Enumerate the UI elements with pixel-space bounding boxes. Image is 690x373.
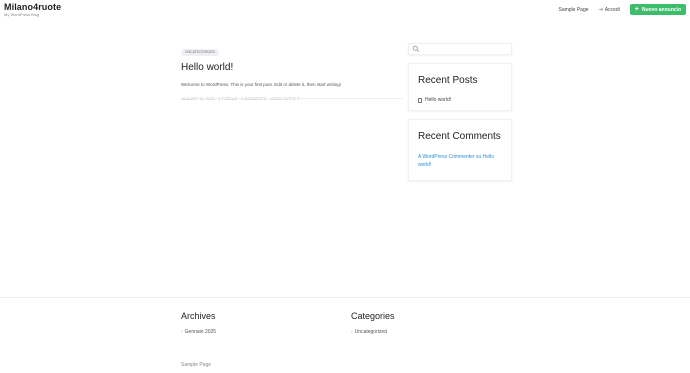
new-ad-button[interactable]: + Nuovo annuncio: [629, 4, 686, 15]
categories-list: › Uncategorized: [351, 329, 395, 335]
recent-post-link[interactable]: Hello world!: [425, 97, 451, 103]
login-link[interactable]: ⇥ Accedi: [599, 7, 620, 13]
chevron-right-icon: ›: [351, 329, 353, 335]
nav-sample-page[interactable]: Sample Page: [558, 7, 588, 13]
categories-title: Categories: [351, 311, 395, 321]
recent-comments-title: Recent Comments: [418, 131, 501, 142]
recent-posts-widget: Recent Posts Hello world!: [408, 63, 512, 111]
archives-list: › Gennaio 2025: [181, 329, 216, 335]
archive-item[interactable]: › Gennaio 2025: [181, 329, 216, 335]
post-title[interactable]: Hello world!: [181, 62, 403, 73]
footer-sample-page-link[interactable]: Sample Page: [181, 362, 211, 368]
search-widget[interactable]: [408, 43, 512, 55]
site-title[interactable]: Milano4ruote: [4, 2, 61, 12]
recent-posts-title: Recent Posts: [418, 75, 478, 86]
chevron-right-icon[interactable]: ›: [298, 96, 300, 102]
footer-divider: [0, 297, 690, 298]
site-header: Milano4ruote My WordPress Blog Sample Pa…: [0, 0, 690, 24]
post-card: UNCATEGORIZED Hello world! Welcome to Wo…: [181, 40, 403, 102]
document-icon: [418, 97, 422, 103]
post-divider: [181, 98, 403, 99]
plus-icon: +: [634, 6, 639, 13]
recent-posts-list: Hello world!: [418, 97, 451, 103]
site-tagline: My WordPress Blog: [4, 12, 40, 17]
main-nav: Sample Page ⇥ Accedi + Nuovo annuncio: [558, 4, 686, 15]
recent-post-item[interactable]: Hello world!: [418, 97, 451, 103]
post-meta: JANUARY 11, 2025 · 0 THREAD · 1 COMMENTO…: [181, 96, 403, 102]
archive-label[interactable]: Gennaio 2025: [185, 329, 216, 335]
category-label[interactable]: Uncategorized: [355, 329, 387, 335]
category-item[interactable]: › Uncategorized: [351, 329, 395, 335]
post-excerpt: Welcome to WordPress. This is your first…: [181, 82, 342, 87]
new-ad-label: Nuovo annuncio: [641, 6, 681, 13]
search-icon: [412, 45, 420, 53]
recent-comments-widget: Recent Comments A WordPress Commenter su…: [408, 119, 512, 181]
post-category-badge[interactable]: UNCATEGORIZED: [181, 48, 220, 56]
footer-categories: Categories › Uncategorized: [351, 311, 395, 335]
recent-comment-link[interactable]: A WordPress Commenter su Hello world!: [418, 153, 502, 169]
archives-title: Archives: [181, 311, 216, 321]
login-icon: ⇥: [598, 6, 603, 13]
login-label: Accedi: [604, 6, 620, 13]
footer-archives: Archives › Gennaio 2025: [181, 311, 216, 335]
chevron-right-icon: ›: [181, 329, 183, 335]
